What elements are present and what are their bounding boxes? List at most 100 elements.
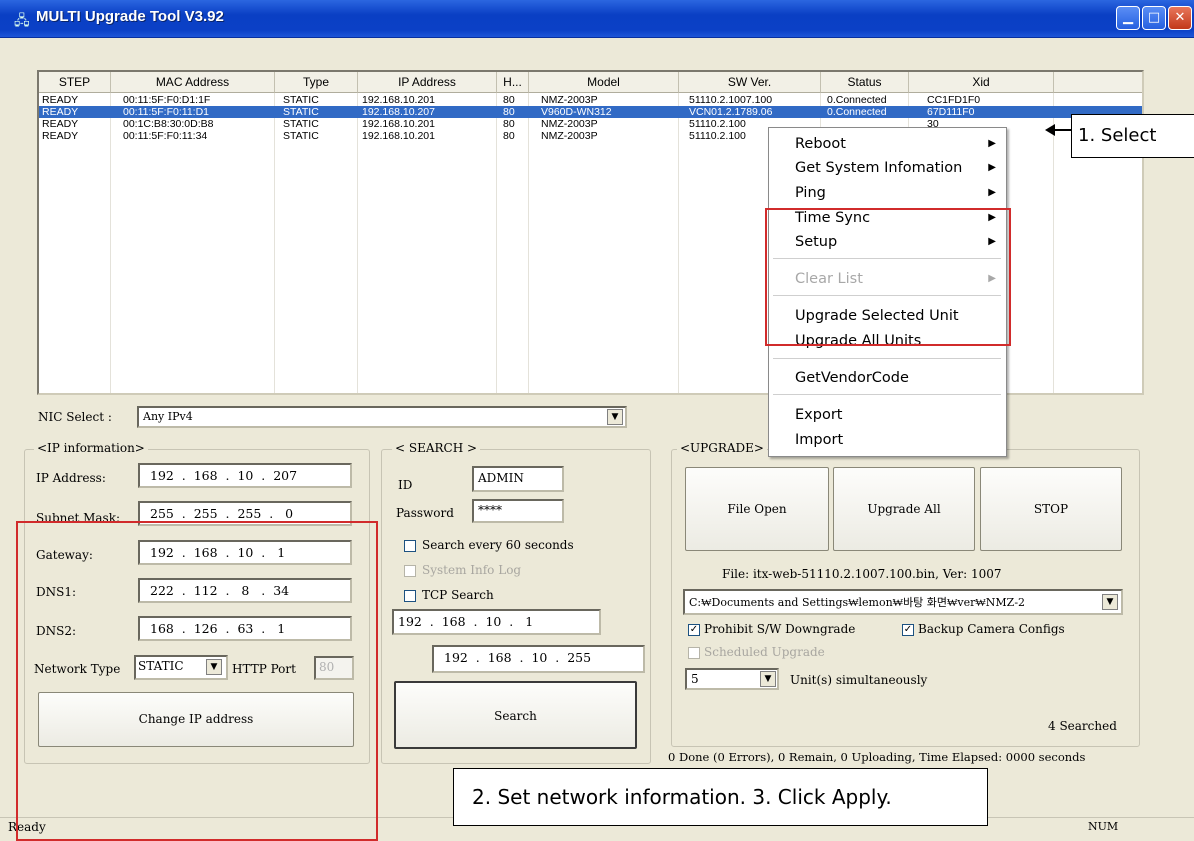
- cell-xid: 67D111F0: [927, 106, 975, 118]
- cell-h: 80: [503, 118, 515, 130]
- column-header[interactable]: H...: [497, 72, 529, 93]
- cell-sw: 51110.2.1007.100: [689, 94, 773, 106]
- column-header[interactable]: Type: [275, 72, 358, 93]
- column-header-filler: [1054, 72, 1142, 93]
- menu-item-get-system-infomation[interactable]: Get System Infomation ▶: [769, 158, 1006, 180]
- nic-dropdown-icon[interactable]: ▼: [607, 409, 623, 425]
- submenu-arrow-icon: ▶: [988, 162, 996, 173]
- stop-button[interactable]: STOP: [980, 467, 1122, 551]
- menu-item-label: Import: [795, 432, 844, 448]
- menu-separator: [773, 358, 1001, 359]
- search-ip-to-field[interactable]: 192 . 168 . 10 . 255: [432, 645, 645, 673]
- search-ip-from-field[interactable]: 192 . 168 . 10 . 1: [392, 609, 601, 635]
- cell-mac: 00:11:5F:F0:11:D1: [123, 106, 209, 118]
- scheduled-upgrade-label: Scheduled Upgrade: [704, 645, 825, 659]
- column-header[interactable]: SW Ver.: [679, 72, 821, 93]
- menu-item-reboot[interactable]: Reboot ▶: [769, 134, 1006, 156]
- column-header[interactable]: Xid: [909, 72, 1054, 93]
- submenu-arrow-icon: ▶: [988, 138, 996, 149]
- id-field[interactable]: ADMIN: [472, 466, 564, 492]
- cell-sw: VCN01.2.1789.06: [689, 106, 773, 118]
- search-title: < SEARCH >: [392, 441, 481, 455]
- column-header[interactable]: STEP: [39, 72, 111, 93]
- prohibit-downgrade-label: Prohibit S/W Downgrade: [704, 622, 856, 636]
- backup-configs-checkbox[interactable]: ✓: [902, 624, 914, 636]
- context-menu-highlight: [765, 208, 1011, 346]
- backup-configs-label: Backup Camera Configs: [918, 622, 1065, 636]
- maximize-button[interactable]: □: [1142, 6, 1166, 30]
- upgrade-title: <UPGRADE>: [677, 441, 767, 455]
- callout-select: 1. Select: [1071, 114, 1194, 158]
- nic-select-label: NIC Select :: [38, 410, 112, 424]
- scheduled-upgrade-checkbox[interactable]: [688, 647, 700, 659]
- cell-h: 80: [503, 94, 515, 106]
- cell-step: READY: [42, 94, 79, 106]
- menu-item-ping[interactable]: Ping ▶: [769, 183, 1006, 205]
- system-info-log-checkbox[interactable]: [404, 565, 416, 577]
- cell-ip: 192.168.10.201: [362, 130, 435, 142]
- cell-model: NMZ-2003P: [541, 130, 598, 142]
- cell-type: STATIC: [283, 118, 319, 130]
- menu-item-label: Export: [795, 407, 843, 423]
- cell-step: READY: [42, 130, 79, 142]
- upgrade-progress-text: 0 Done (0 Errors), 0 Remain, 0 Uploading…: [668, 750, 1086, 764]
- cell-mac: 00:1C:B8:30:0D:B8: [123, 118, 214, 130]
- cell-ip: 192.168.10.201: [362, 118, 435, 130]
- close-button[interactable]: ✕: [1168, 6, 1192, 30]
- cell-type: STATIC: [283, 130, 319, 142]
- submenu-arrow-icon: ▶: [988, 187, 996, 198]
- password-field[interactable]: ****: [472, 499, 564, 523]
- window-title: MULTI Upgrade Tool V3.92: [36, 8, 224, 25]
- menu-item-label: GetVendorCode: [795, 370, 909, 386]
- network-settings-highlight: [16, 521, 378, 841]
- menu-item-label: Get System Infomation: [795, 160, 963, 176]
- cell-xid: CC1FD1F0: [927, 94, 981, 106]
- column-header[interactable]: IP Address: [358, 72, 497, 93]
- file-path-select[interactable]: C:₩Documents and Settings₩lemon₩바탕 화면₩ve…: [683, 589, 1123, 615]
- minimize-button[interactable]: ▁: [1116, 6, 1140, 30]
- callout-arrow-icon: [1045, 124, 1055, 136]
- prohibit-downgrade-checkbox[interactable]: ✓: [688, 624, 700, 636]
- column-header[interactable]: Status: [821, 72, 909, 93]
- device-list-header: STEP MAC Address Type IP Address H... Model SW…: [39, 72, 1142, 93]
- menu-item-import[interactable]: Import: [769, 430, 1006, 452]
- cell-ip: 192.168.10.207: [362, 106, 435, 118]
- tcp-search-checkbox[interactable]: [404, 590, 416, 602]
- ip-address-label: IP Address:: [36, 471, 106, 485]
- upgrade-all-button[interactable]: Upgrade All: [833, 467, 975, 551]
- menu-item-export[interactable]: Export: [769, 405, 1006, 427]
- units-dropdown-icon[interactable]: ▼: [760, 671, 776, 687]
- cell-type: STATIC: [283, 94, 319, 106]
- menu-item-getvendorcode[interactable]: GetVendorCode: [769, 368, 1006, 390]
- file-info-text: File: itx-web-51110.2.1007.100.bin, Ver:…: [722, 567, 1002, 581]
- cell-model: NMZ-2003P: [541, 94, 598, 106]
- searched-count: 4 Searched: [1048, 719, 1117, 733]
- ip-information-title: <IP information>: [34, 441, 148, 455]
- column-header[interactable]: MAC Address: [111, 72, 275, 93]
- column-header[interactable]: Model: [529, 72, 679, 93]
- file-open-button[interactable]: File Open: [685, 467, 829, 551]
- units-simultaneous-label: Unit(s) simultaneously: [790, 673, 928, 687]
- ip-address-field[interactable]: 192 . 168 . 10 . 207: [138, 463, 352, 488]
- cell-type: STATIC: [283, 106, 319, 118]
- table-row-selected[interactable]: READY 00:11:5F:F0:11:D1 STATIC 192.168.10.2…: [39, 106, 1142, 118]
- cell-step: READY: [42, 106, 79, 118]
- cell-model: NMZ-2003P: [541, 118, 598, 130]
- nic-select[interactable]: Any IPv4: [137, 406, 627, 428]
- table-row[interactable]: READY 00:11:5F:F0:D1:1F STATIC 192.168.10.2…: [39, 94, 1142, 106]
- search-every-60-checkbox[interactable]: [404, 540, 416, 552]
- cell-status: 0.Connected: [827, 106, 887, 118]
- file-path-dropdown-icon[interactable]: ▼: [1102, 594, 1118, 610]
- callout-set-network: 2. Set network information. 3. Click App…: [453, 768, 988, 826]
- menu-separator: [773, 394, 1001, 395]
- cell-mac: 00:11:5F:F0:D1:1F: [123, 94, 211, 106]
- app-network-icon: 🖧: [14, 13, 30, 29]
- num-lock-indicator: NUM: [1088, 820, 1119, 833]
- tcp-search-label: TCP Search: [422, 588, 494, 602]
- menu-item-label: Ping: [795, 185, 826, 201]
- password-label: Password: [396, 506, 454, 520]
- cell-step: READY: [42, 118, 79, 130]
- cell-ip: 192.168.10.201: [362, 94, 435, 106]
- search-button[interactable]: Search: [394, 681, 637, 749]
- cell-mac: 00:11:5F:F0:11:34: [123, 130, 208, 142]
